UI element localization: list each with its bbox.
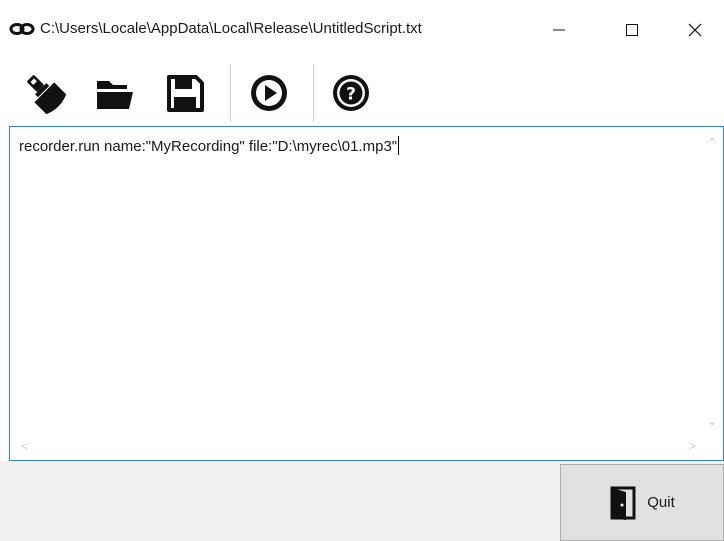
run-button[interactable]	[244, 68, 294, 118]
chain-link-icon	[9, 18, 35, 40]
toolbar: ?	[0, 60, 724, 126]
clear-button[interactable]	[20, 68, 70, 118]
editor-text-line[interactable]: recorder.run name:"MyRecording" file:"D:…	[19, 136, 400, 155]
scroll-down-arrow[interactable]: ⌄	[707, 415, 717, 427]
svg-text:?: ?	[346, 85, 356, 105]
text-caret	[398, 136, 400, 155]
maximize-icon	[626, 24, 638, 36]
script-editor[interactable]: recorder.run name:"MyRecording" file:"D:…	[9, 126, 724, 461]
exit-door-icon	[610, 486, 636, 520]
help-button[interactable]: ?	[326, 68, 376, 118]
title-bar: C:\Users\Locale\AppData\Local\Release\Un…	[0, 0, 724, 60]
quit-label: Quit	[647, 494, 675, 511]
folder-open-icon	[97, 81, 133, 109]
brush-icon	[27, 75, 67, 115]
toolbar-separator	[230, 64, 231, 122]
help-icon: ?	[333, 75, 369, 111]
maximize-button[interactable]	[603, 0, 661, 60]
close-button[interactable]	[666, 0, 724, 60]
minimize-icon	[553, 29, 565, 31]
floppy-disk-icon	[167, 75, 204, 112]
bottom-bar: Quit	[0, 461, 724, 541]
quit-button[interactable]: Quit	[560, 464, 724, 541]
toolbar-separator	[313, 64, 314, 122]
scroll-right-arrow[interactable]: >	[689, 440, 696, 452]
close-icon	[688, 23, 702, 37]
play-icon	[251, 75, 287, 111]
scroll-up-arrow[interactable]: ⌃	[707, 137, 717, 149]
editor-content: recorder.run name:"MyRecording" file:"D:…	[19, 138, 398, 155]
minimize-button[interactable]	[530, 0, 588, 60]
window-title: C:\Users\Locale\AppData\Local\Release\Un…	[40, 20, 422, 37]
scroll-left-arrow[interactable]: <	[21, 440, 28, 452]
save-button[interactable]	[160, 68, 210, 118]
open-button[interactable]	[90, 68, 140, 118]
